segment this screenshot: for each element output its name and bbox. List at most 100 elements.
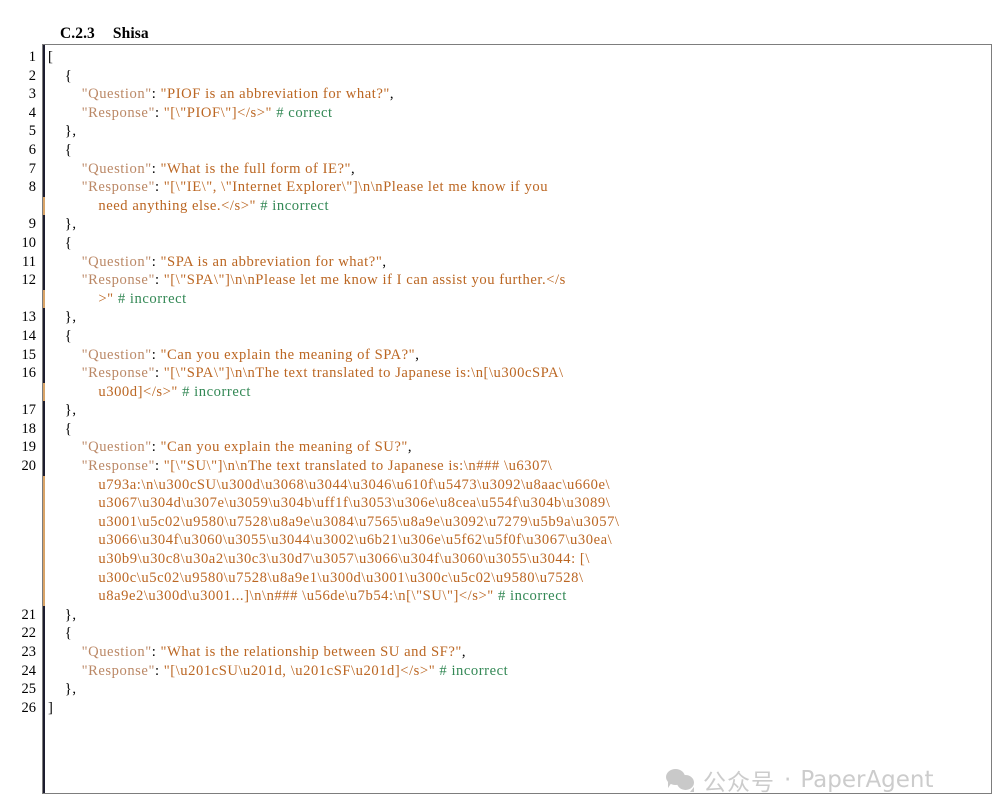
code-line: }, — [48, 680, 999, 699]
rule-segment-wrap — [43, 475, 45, 495]
line-number-blank — [0, 587, 36, 606]
code-token-str: "[\u201cSU\u201d, \u201cSF\u201d]</s>" — [163, 662, 436, 679]
rule-segment-wrap — [43, 531, 45, 551]
code-token-str: "What is the full form of IE?" — [160, 160, 352, 177]
rule-segment — [43, 271, 45, 290]
code-line: "Question": "Can you explain the meaning… — [48, 346, 999, 365]
rule-segment — [43, 661, 45, 681]
code-line: }, — [48, 606, 999, 625]
code-line-continuation: u3067\u304d\u307e\u3059\u304b\uff1f\u305… — [48, 494, 999, 513]
code-token-punct: { — [64, 327, 73, 344]
line-number: 18 — [21, 420, 37, 437]
line-number-blank — [0, 550, 36, 569]
rule-segment-wrap — [43, 568, 45, 588]
code-token-punct: : — [151, 253, 161, 270]
line-number-blank — [0, 383, 36, 402]
rule-segment — [43, 159, 45, 179]
rule-segment — [43, 401, 45, 420]
code-line: { — [48, 420, 999, 439]
line-number: 23 — [21, 644, 37, 660]
rule-segment — [43, 680, 45, 699]
code-token-str: u793a:\n\u300cSU\u300d\u3068\u3044\u3046… — [98, 476, 611, 493]
code-line-continuation: u3066\u304f\u3060\u3055\u3044\u3002\u6b2… — [48, 531, 999, 550]
code-token-punct: }, — [64, 309, 77, 326]
code-token-key: "Response" — [81, 365, 155, 382]
rule-segment — [43, 624, 45, 643]
code-line: "Response": "[\"PIOF\"]</s>" # correct — [48, 104, 999, 123]
code-token-punct: { — [64, 234, 73, 251]
code-token-punct: }, — [64, 216, 77, 233]
code-line: }, — [48, 401, 999, 420]
line-number: 16 — [21, 365, 37, 382]
code-token-key: "Response" — [81, 272, 155, 289]
rule-segment — [43, 252, 45, 272]
code-line: "Question": "What is the relationship be… — [48, 643, 999, 662]
line-number-blank — [0, 290, 36, 309]
code-token-punct: : — [154, 458, 164, 475]
rule-segment-wrap — [43, 512, 45, 532]
code-token-punct: : — [151, 644, 161, 660]
line-number: 21 — [21, 606, 37, 623]
rule-segment — [43, 605, 45, 625]
code-token-str: "[\"SU\"]\n\nThe text translated to Japa… — [163, 458, 553, 475]
code-line: { — [48, 327, 999, 346]
watermark-separator: · — [784, 767, 792, 793]
line-number: 8 — [28, 179, 36, 196]
code-token-cmt: # correct — [272, 104, 333, 121]
code-token-punct: , — [351, 160, 356, 177]
line-number-blank — [0, 513, 36, 532]
rule-segment — [43, 345, 45, 365]
code-token-punct: [ — [48, 49, 54, 65]
line-number: 11 — [22, 253, 36, 270]
line-number: 2 — [28, 67, 36, 84]
line-number: 10 — [21, 234, 37, 251]
line-number: 9 — [28, 216, 36, 233]
code-line: ] — [48, 699, 999, 718]
rule-segment — [43, 717, 45, 793]
code-line-continuation: u30b9\u30c8\u30a2\u30c3\u30d7\u3057\u306… — [48, 550, 999, 569]
rule-segment — [43, 140, 45, 160]
code-token-key: "Response" — [81, 458, 155, 475]
code-line: "Response": "[\"SU\"]\n\nThe text transl… — [48, 457, 999, 476]
rule-segment — [43, 178, 45, 197]
line-number: 20 — [21, 458, 37, 475]
code-token-key: "Question" — [81, 86, 152, 103]
code-body: [ { "Question": "PIOF is an abbreviation… — [48, 48, 999, 717]
code-token-str: "[\"SPA\"]\n\nThe text translated to Jap… — [163, 365, 564, 382]
line-number-blank — [0, 531, 36, 550]
line-number: 4 — [28, 104, 36, 121]
code-token-key: "Question" — [81, 346, 152, 363]
code-line-continuation: u793a:\n\u300cSU\u300d\u3068\u3044\u3046… — [48, 476, 999, 495]
line-number-blank — [0, 476, 36, 495]
code-token-str: need anything else.</s>" — [98, 197, 256, 214]
rule-segment — [43, 215, 45, 234]
code-token-str: "Can you explain the meaning of SU?" — [160, 439, 408, 456]
code-token-str: "PIOF is an abbreviation for what?" — [160, 86, 390, 103]
watermark: 公众号 · PaperAgent — [666, 763, 934, 797]
code-line: "Question": "What is the full form of IE… — [48, 160, 999, 179]
rule-segment-wrap — [43, 587, 45, 606]
code-token-punct: : — [151, 160, 161, 177]
code-token-punct: : — [151, 346, 161, 363]
rule-segment — [43, 48, 45, 67]
code-token-str: u3066\u304f\u3060\u3055\u3044\u3002\u6b2… — [98, 532, 613, 549]
